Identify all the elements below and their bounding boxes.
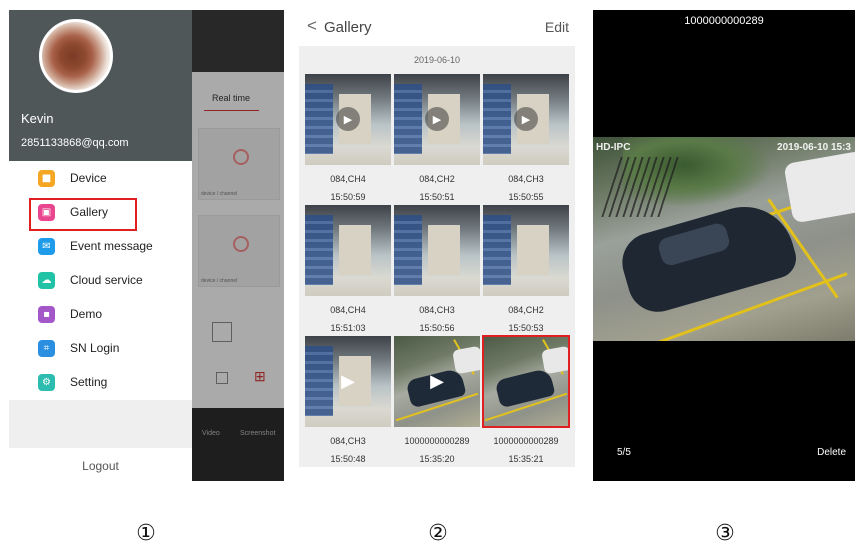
scan-icon: ⌗ — [38, 339, 55, 357]
item-name: 084,CH4 — [330, 174, 366, 184]
item-name: 084,CH3 — [330, 436, 366, 446]
snapshot-image[interactable]: HD-IPC 2019-06-10 15:3 — [593, 137, 855, 341]
item-name: 084,CH4 — [330, 305, 366, 315]
menu-item-label: SN Login — [70, 341, 120, 355]
menu-item-sn-login[interactable]: ⌗ SN Login — [9, 331, 192, 365]
thumbnail[interactable]: ▶ — [394, 74, 480, 165]
caption-2: ② — [428, 521, 448, 546]
thumbnail[interactable]: ▶ — [305, 336, 391, 427]
item-time: 15:50:56 — [419, 323, 455, 333]
menu-item-demo[interactable]: ▪ Demo — [9, 297, 192, 331]
gallery-content: 2019-06-10 ▶ 084,CH4 15:50:59 ▶ 084,CH2 … — [299, 46, 575, 481]
item-name: 084,CH2 — [508, 305, 544, 315]
menu-item-label: Setting — [70, 375, 108, 389]
item-time: 15:51:03 — [330, 323, 366, 333]
menu-item-gallery[interactable]: ▣ Gallery — [9, 195, 192, 231]
logout-button[interactable]: Logout — [9, 459, 192, 473]
play-icon: ▶ — [336, 107, 360, 131]
menu-item-setting[interactable]: ⚙ Setting — [9, 365, 192, 399]
menu-item-label: Gallery — [70, 205, 109, 219]
menu-item-label: Event message — [70, 239, 153, 253]
caption-1: ① — [136, 521, 156, 546]
menu-item-event-message[interactable]: ✉ Event message — [9, 229, 192, 263]
menu-item-device[interactable]: ■ Device — [9, 161, 192, 195]
gallery-item[interactable]: 084,CH3 15:50:56 — [394, 205, 480, 338]
item-name: 084,CH3 — [508, 174, 544, 184]
item-name: 1000000000289 — [404, 436, 470, 446]
drawer-spacer — [9, 400, 192, 448]
menu-item-cloud-service[interactable]: ☁ Cloud service — [9, 263, 192, 297]
item-time: 15:50:48 — [330, 454, 366, 464]
drawer-screen: Real time device / channel device / chan… — [9, 10, 284, 481]
thumbnail[interactable]: ▶ — [394, 336, 480, 427]
item-name: 1000000000289 — [493, 436, 559, 446]
gallery-item[interactable]: ▶ 084,CH4 15:50:59 — [305, 74, 391, 207]
item-time: 15:35:20 — [419, 454, 455, 464]
page-counter: 5/5 — [617, 447, 631, 458]
item-time: 15:50:59 — [330, 192, 366, 202]
gallery-screen: < Gallery Edit 2019-06-10 ▶ 084,CH4 15:5… — [299, 10, 575, 481]
cloud-icon: ☁ — [38, 271, 55, 289]
thumbnail[interactable] — [483, 205, 569, 296]
thumbnail[interactable] — [394, 205, 480, 296]
play-icon: ▶ — [425, 107, 449, 131]
item-time: 15:50:51 — [419, 192, 455, 202]
thumbnail[interactable]: ▶ — [305, 74, 391, 165]
play-icon: ▶ — [341, 370, 355, 392]
item-name: 084,CH3 — [419, 305, 455, 315]
back-chevron-icon[interactable]: < — [307, 16, 317, 36]
caption-3: ③ — [715, 521, 735, 546]
profile-header: Kevin 2851133868@qq.com — [9, 10, 192, 161]
menu-item-label: Demo — [70, 307, 103, 321]
delete-button[interactable]: Delete — [817, 447, 846, 458]
camera-icon: ■ — [38, 169, 55, 187]
camera-model-label: HD-IPC — [596, 142, 631, 153]
gallery-header: < Gallery Edit — [299, 10, 575, 46]
menu-item-label: Device — [70, 171, 107, 185]
item-time: 15:35:21 — [508, 454, 544, 464]
gallery-item[interactable]: ▶ 1000000000289 15:35:20 — [394, 336, 480, 469]
user-name: Kevin — [21, 111, 54, 126]
image-viewer-screen: 1000000000289 HD-IPC 2019-06-10 15:3 5/5… — [593, 10, 855, 481]
drawer-menu: ■ Device ▣ Gallery ✉ Event message ☁ Clo… — [9, 161, 192, 399]
side-drawer: Kevin 2851133868@qq.com ■ Device ▣ Galle… — [9, 10, 192, 481]
gallery-item[interactable]: ▶ 084,CH2 15:50:51 — [394, 74, 480, 207]
play-icon: ▶ — [430, 370, 444, 392]
demo-icon: ▪ — [38, 305, 55, 323]
message-icon: ✉ — [38, 237, 55, 255]
selection-highlight — [482, 335, 570, 428]
timestamp-overlay: 2019-06-10 15:3 — [777, 142, 851, 153]
menu-item-label: Cloud service — [70, 273, 143, 287]
item-name: 084,CH2 — [419, 174, 455, 184]
play-icon: ▶ — [514, 107, 538, 131]
item-time: 15:50:53 — [508, 323, 544, 333]
thumbnail[interactable]: ▶ — [483, 74, 569, 165]
gallery-item[interactable]: 084,CH4 15:51:03 — [305, 205, 391, 338]
item-time: 15:50:55 — [508, 192, 544, 202]
bottom-spacer — [299, 467, 575, 481]
page-title: Gallery — [324, 19, 372, 36]
gallery-item[interactable]: ▶ 084,CH3 15:50:48 — [305, 336, 391, 469]
background-app: Real time device / channel device / chan… — [192, 10, 284, 481]
image-icon: ▣ — [38, 203, 55, 221]
viewer-title: 1000000000289 — [684, 15, 764, 27]
gear-icon: ⚙ — [38, 373, 55, 391]
thumbnail[interactable] — [305, 205, 391, 296]
edit-button[interactable]: Edit — [545, 19, 569, 35]
date-header: 2019-06-10 — [413, 55, 461, 65]
gallery-item[interactable]: 084,CH2 15:50:53 — [483, 205, 569, 338]
avatar[interactable] — [39, 19, 113, 93]
gallery-item[interactable]: ▶ 084,CH3 15:50:55 — [483, 74, 569, 207]
dim-overlay[interactable] — [192, 10, 284, 481]
user-email: 2851133868@qq.com — [21, 137, 129, 149]
gallery-item-selected[interactable]: 1000000000289 15:35:21 — [482, 335, 570, 469]
